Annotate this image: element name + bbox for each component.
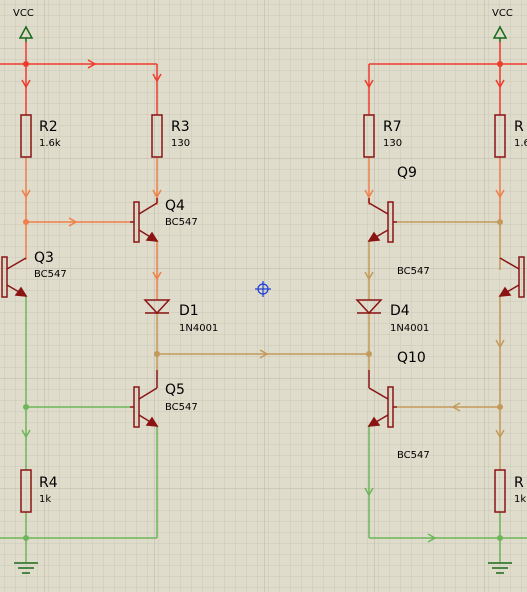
vcc-label: VCC xyxy=(492,8,513,19)
q4-name: Q4 xyxy=(165,198,185,214)
r4-value: 1k xyxy=(39,494,51,505)
r-right-bottom-name: R xyxy=(514,475,524,491)
r3-name: R3 xyxy=(171,119,190,135)
q3-name: Q3 xyxy=(34,250,54,266)
r3-value: 130 xyxy=(171,138,190,149)
q10-value: BC547 xyxy=(397,450,430,461)
schematic-canvas[interactable]: VCC VCC R2 1.6k R3 130 R4 1k R7 130 R 1.… xyxy=(0,0,527,592)
d1-name: D1 xyxy=(179,303,199,319)
q4-value: BC547 xyxy=(165,217,198,228)
r-right-top-value: 1.6 xyxy=(514,138,527,149)
r2-name: R2 xyxy=(39,119,58,135)
r7-value: 130 xyxy=(383,138,402,149)
r-right-bottom-value: 1k xyxy=(514,494,526,505)
q3-value: BC547 xyxy=(34,269,67,280)
q5-name: Q5 xyxy=(165,382,185,398)
d4-value: 1N4001 xyxy=(390,323,429,334)
q9-value: BC547 xyxy=(397,266,430,277)
r7-name: R7 xyxy=(383,119,402,135)
q9-name: Q9 xyxy=(397,165,417,181)
r-right-top-name: R xyxy=(514,119,524,135)
d4-name: D4 xyxy=(390,303,410,319)
r2-value: 1.6k xyxy=(39,138,61,149)
q10-name: Q10 xyxy=(397,350,426,366)
r4-name: R4 xyxy=(39,475,58,491)
q5-value: BC547 xyxy=(165,402,198,413)
d1-value: 1N4001 xyxy=(179,323,218,334)
vcc-label: VCC xyxy=(13,8,34,19)
